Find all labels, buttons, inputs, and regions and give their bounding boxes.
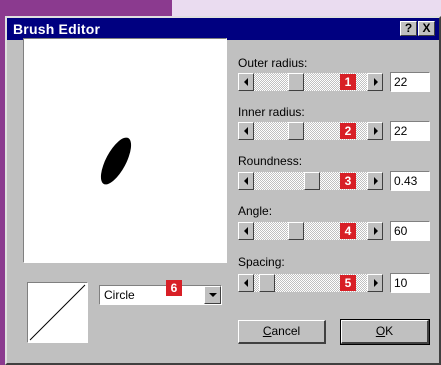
spacing-decrease-button[interactable]: [238, 274, 254, 292]
arrow-left-icon: [244, 78, 248, 86]
outer-radius-label: Outer radius:: [238, 56, 308, 70]
arrow-right-icon: [374, 227, 378, 235]
callout-badge-3: 3: [340, 173, 356, 189]
callout-badge-5: 5: [340, 275, 356, 291]
roundness-thumb[interactable]: [304, 172, 320, 190]
shape-preview: [27, 282, 88, 343]
title-bar: Brush Editor ? X: [7, 18, 439, 40]
outer-radius-thumb[interactable]: [288, 73, 304, 91]
roundness-decrease-button[interactable]: [238, 172, 254, 190]
ok-mnemonic: O: [375, 324, 386, 338]
arrow-right-icon: [374, 177, 378, 185]
callout-badge-1: 1: [340, 74, 356, 90]
outer-radius-increase-button[interactable]: [367, 73, 383, 91]
brush-preview: [23, 38, 227, 263]
diagonal-line-icon: [29, 284, 86, 341]
callout-badge-4: 4: [340, 223, 356, 239]
inner-radius-increase-button[interactable]: [367, 122, 383, 140]
roundness-label: Roundness:: [238, 154, 303, 168]
outer-radius-decrease-button[interactable]: [238, 73, 254, 91]
arrow-right-icon: [374, 279, 378, 287]
inner-radius-label: Inner radius:: [238, 105, 305, 119]
angle-slider[interactable]: 4: [238, 222, 383, 240]
roundness-increase-button[interactable]: [367, 172, 383, 190]
close-button[interactable]: X: [418, 21, 435, 36]
spacing-label: Spacing:: [238, 255, 285, 269]
spacing-increase-button[interactable]: [367, 274, 383, 292]
outer-radius-slider[interactable]: 1: [238, 73, 383, 91]
ok-label-rest: K: [385, 324, 394, 338]
angle-thumb[interactable]: [288, 222, 304, 240]
angle-label: Angle:: [238, 204, 273, 218]
callout-badge-2: 2: [340, 123, 356, 139]
angle-value[interactable]: 60: [390, 221, 430, 241]
dropdown-arrow-button[interactable]: [204, 286, 221, 304]
cancel-button[interactable]: Cancel: [238, 320, 326, 344]
spacing-thumb[interactable]: [259, 274, 275, 292]
shape-dropdown-value: Circle: [104, 288, 135, 302]
inner-radius-slider[interactable]: 2: [238, 122, 383, 140]
chevron-down-icon: [209, 293, 217, 297]
roundness-value[interactable]: 0.43: [390, 171, 430, 191]
arrow-right-icon: [374, 78, 378, 86]
inner-radius-thumb[interactable]: [288, 122, 304, 140]
brush-shape-preview: [94, 133, 138, 189]
callout-badge-6: 6: [166, 280, 182, 296]
cancel-label-rest: ancel: [271, 324, 301, 338]
outer-radius-value[interactable]: 22: [390, 72, 430, 92]
angle-decrease-button[interactable]: [238, 222, 254, 240]
arrow-right-icon: [374, 127, 378, 135]
arrow-left-icon: [244, 127, 248, 135]
arrow-left-icon: [244, 279, 248, 287]
shape-dropdown[interactable]: Circle 6: [99, 280, 222, 305]
roundness-slider[interactable]: 3: [238, 172, 383, 190]
arrow-left-icon: [244, 227, 248, 235]
help-button[interactable]: ?: [400, 21, 417, 36]
inner-radius-value[interactable]: 22: [390, 121, 430, 141]
angle-increase-button[interactable]: [367, 222, 383, 240]
ok-button[interactable]: OK: [340, 319, 430, 345]
arrow-left-icon: [244, 177, 248, 185]
inner-radius-decrease-button[interactable]: [238, 122, 254, 140]
window-title: Brush Editor: [13, 21, 101, 37]
spacing-slider[interactable]: 5: [238, 274, 383, 292]
background-top: [172, 0, 441, 16]
spacing-value[interactable]: 10: [390, 273, 430, 293]
